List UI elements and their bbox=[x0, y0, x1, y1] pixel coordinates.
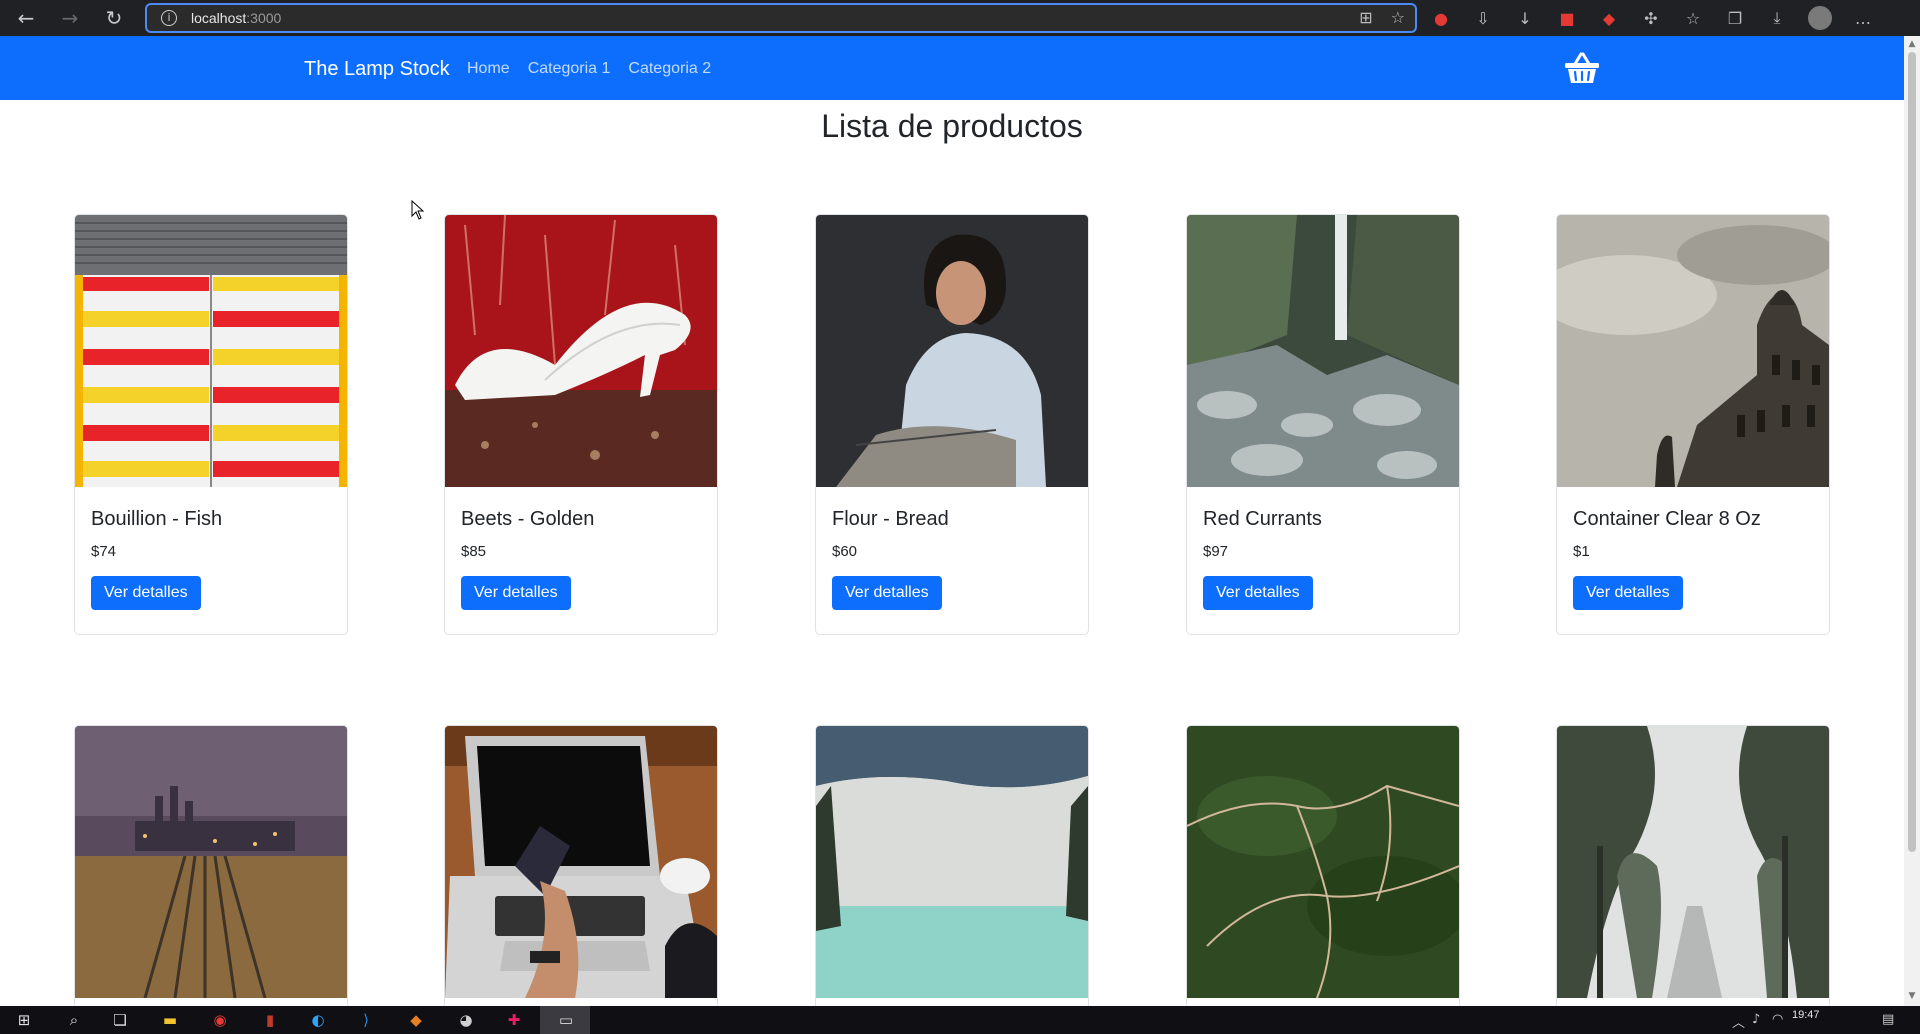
nav-link-home[interactable]: Home bbox=[467, 60, 510, 78]
scrollbar-thumb[interactable] bbox=[1908, 52, 1916, 852]
paint-icon[interactable]: ◕ bbox=[456, 1010, 476, 1030]
notifications-icon[interactable]: ▤ bbox=[1882, 1012, 1894, 1027]
add-favorite-icon[interactable]: ☆ bbox=[1391, 8, 1405, 27]
extension-arrow-icon[interactable]: ↓ bbox=[1514, 7, 1536, 29]
media-player-icon[interactable]: ◉ bbox=[210, 1010, 230, 1030]
volume-icon[interactable]: ♪ bbox=[1752, 1012, 1760, 1027]
product-price: $97 bbox=[1203, 543, 1229, 560]
git-icon[interactable]: ◆ bbox=[406, 1010, 426, 1030]
windows-taskbar: ⊞ ⌕ ❏ ▬ ◉ ▮ ◐ ⟩ ◆ ◕ ✚ ▭ ︿ ♪ ◠ 19:47 ▤ bbox=[0, 1006, 1920, 1034]
product-card: Container Clear 8 Oz $1 Ver detalles bbox=[1556, 214, 1830, 635]
collections-icon[interactable]: ❐ bbox=[1724, 7, 1746, 29]
product-card bbox=[444, 725, 718, 1006]
more-menu-icon[interactable]: … bbox=[1852, 7, 1874, 29]
product-name: Container Clear 8 Oz bbox=[1573, 508, 1761, 530]
address-bar[interactable]: i localhost:3000 ⊞ ☆ bbox=[145, 3, 1417, 33]
site-info-icon[interactable]: i bbox=[161, 10, 177, 26]
qr-code-icon[interactable]: ⊞ bbox=[1359, 8, 1372, 27]
product-card: Red Currants $97 Ver detalles bbox=[1186, 214, 1460, 635]
page-title: Lista de productos bbox=[821, 108, 1083, 144]
product-image bbox=[816, 726, 1088, 998]
scroll-down-icon[interactable]: ▼ bbox=[1907, 991, 1917, 1001]
product-card bbox=[74, 725, 348, 1006]
extension-download-icon[interactable]: ⇩ bbox=[1472, 7, 1494, 29]
product-price: $85 bbox=[461, 543, 487, 560]
extension-shield-icon[interactable]: ◆ bbox=[1598, 7, 1620, 29]
url-host: localhost bbox=[191, 10, 247, 26]
extension-gift-icon[interactable]: ■ bbox=[1556, 7, 1578, 29]
product-image bbox=[445, 215, 717, 487]
product-card bbox=[1556, 725, 1830, 1006]
clock-time: 19:47 bbox=[1792, 1009, 1820, 1021]
product-card bbox=[815, 725, 1089, 1006]
tray-chevron-icon[interactable]: ︿ bbox=[1732, 1012, 1745, 1031]
navbar-brand[interactable]: The Lamp Stock bbox=[304, 58, 450, 81]
extensions-icon[interactable]: ✣ bbox=[1640, 7, 1662, 29]
url-port: :3000 bbox=[246, 10, 282, 26]
product-image bbox=[1187, 726, 1459, 999]
product-card: Bouillion - Fish $74 Ver detalles bbox=[74, 214, 348, 635]
product-name: Beets - Golden bbox=[461, 508, 595, 530]
reload-icon[interactable]: ↻ bbox=[96, 0, 132, 36]
page-scrollbar[interactable]: ▲ ▼ bbox=[1904, 36, 1920, 1006]
taskbar-clock[interactable]: 19:47 bbox=[1792, 1009, 1820, 1022]
product-image bbox=[445, 726, 717, 998]
cart-basket-icon[interactable] bbox=[1562, 50, 1602, 86]
product-price: $60 bbox=[832, 543, 858, 560]
product-price: $74 bbox=[91, 543, 117, 560]
extension-red-icon[interactable]: ● bbox=[1430, 7, 1452, 29]
top-navbar: The Lamp Stock Home Categoria 1 Categori… bbox=[0, 36, 1904, 100]
product-image bbox=[1557, 726, 1829, 998]
product-name: Flour - Bread bbox=[832, 508, 949, 530]
product-name: Bouillion - Fish bbox=[91, 508, 223, 530]
task-view-icon[interactable]: ❏ bbox=[110, 1010, 130, 1030]
network-icon[interactable]: ◠ bbox=[1772, 1012, 1783, 1027]
product-price: $1 bbox=[1573, 543, 1590, 560]
vscode-icon[interactable]: ⟩ bbox=[356, 1010, 376, 1030]
back-icon[interactable]: ← bbox=[8, 0, 44, 36]
view-details-button[interactable]: Ver detalles bbox=[91, 576, 201, 610]
file-explorer-icon[interactable]: ▬ bbox=[160, 1010, 180, 1030]
browser-toolbar: ← → ↻ i localhost:3000 ⊞ ☆ ● ⇩ ↓ ■ ◆ ✣ ☆… bbox=[0, 0, 1920, 36]
view-details-button[interactable]: Ver detalles bbox=[461, 576, 571, 610]
app-bars-icon[interactable]: ▮ bbox=[260, 1010, 280, 1030]
nav-link-categoria-2[interactable]: Categoria 2 bbox=[628, 60, 711, 78]
view-details-button[interactable]: Ver detalles bbox=[832, 576, 942, 610]
product-image bbox=[75, 215, 347, 487]
product-image bbox=[75, 726, 347, 999]
product-image bbox=[816, 215, 1088, 487]
product-card: Beets - Golden $85 Ver detalles bbox=[444, 214, 718, 635]
mouse-cursor-icon bbox=[411, 200, 425, 220]
product-card: Flour - Bread $60 Ver detalles bbox=[815, 214, 1089, 635]
nav-link-categoria-1[interactable]: Categoria 1 bbox=[528, 60, 611, 78]
edge-browser-icon[interactable]: ◐ bbox=[308, 1010, 328, 1030]
profile-avatar[interactable] bbox=[1808, 6, 1832, 30]
product-card bbox=[1186, 725, 1460, 1006]
slack-icon[interactable]: ✚ bbox=[504, 1010, 524, 1030]
windows-start-icon[interactable]: ⊞ bbox=[14, 1010, 34, 1030]
product-image bbox=[1557, 215, 1829, 487]
search-icon[interactable]: ⌕ bbox=[64, 1010, 84, 1030]
downloads-icon[interactable]: ⤓ bbox=[1766, 7, 1788, 29]
page-viewport: The Lamp Stock Home Categoria 1 Categori… bbox=[0, 36, 1904, 1006]
forward-icon[interactable]: → bbox=[52, 0, 88, 36]
favorites-icon[interactable]: ☆ bbox=[1682, 7, 1704, 29]
product-name: Red Currants bbox=[1203, 508, 1322, 530]
view-details-button[interactable]: Ver detalles bbox=[1203, 576, 1313, 610]
screen-app-icon[interactable]: ▭ bbox=[556, 1010, 576, 1030]
url-text[interactable]: localhost:3000 bbox=[191, 10, 281, 26]
scroll-up-icon[interactable]: ▲ bbox=[1907, 39, 1917, 49]
product-image bbox=[1187, 215, 1459, 487]
view-details-button[interactable]: Ver detalles bbox=[1573, 576, 1683, 610]
